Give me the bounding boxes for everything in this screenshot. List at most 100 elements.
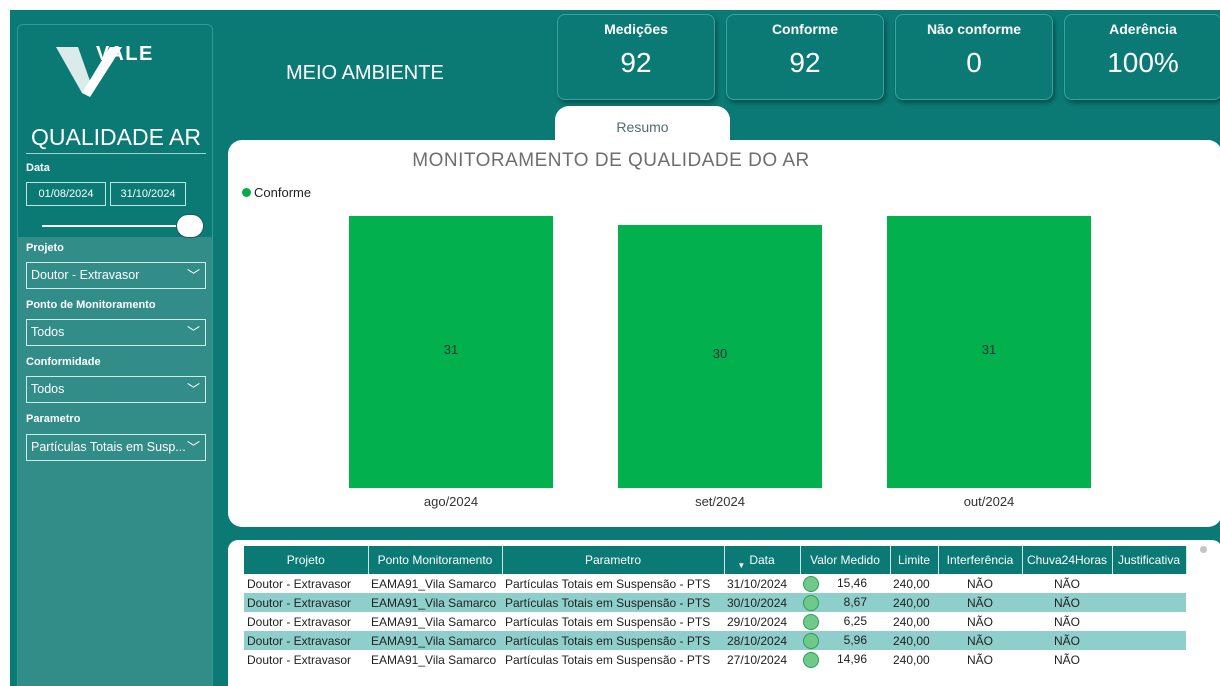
chevron-down-icon: ﹀: [186, 325, 200, 340]
filter-label-ponto: Ponto de Monitoramento: [26, 299, 156, 311]
sort-desc-icon[interactable]: ▼: [737, 561, 745, 570]
column-header[interactable]: Ponto Monitoramento: [368, 546, 503, 574]
table-cell: NÃO: [1053, 652, 1080, 667]
column-header[interactable]: Limite: [890, 546, 939, 574]
table-cell: NÃO: [966, 614, 993, 629]
table-row[interactable]: Doutor - Extravasor EAMA91_Vila Samarco Pa…: [244, 593, 1186, 612]
measured-value: 8,67: [843, 594, 867, 609]
table-cell: NÃO: [1022, 631, 1112, 650]
column-header[interactable]: Parametro: [502, 546, 725, 574]
status-ok-icon: [803, 613, 819, 630]
table-cell: [1112, 593, 1186, 612]
table-cell: EAMA91_Vila Samarco: [371, 614, 497, 629]
table-cell: 240,00: [893, 576, 930, 591]
table-row[interactable]: Doutor - Extravasor EAMA91_Vila Samarco Pa…: [244, 574, 1186, 593]
table-row[interactable]: Doutor - Extravasor EAMA91_Vila Samarco Pa…: [244, 612, 1186, 631]
table-cell: Partículas Totais em Suspensão - PTS: [505, 652, 711, 667]
table-cell: Doutor - Extravasor: [244, 631, 368, 650]
date-end-input[interactable]: 31/10/2024: [110, 182, 186, 206]
kpi-title: Medições: [604, 21, 668, 37]
x-tick-label: out/2024: [963, 494, 1015, 509]
table-cell: 28/10/2024: [724, 631, 800, 650]
date-slider-handle[interactable]: [176, 214, 204, 238]
projeto-dropdown[interactable]: Doutor - Extravasor ﹀: [26, 262, 206, 289]
chevron-down-icon: ﹀: [186, 440, 200, 455]
conformidade-value: Todos: [31, 382, 65, 396]
kpi-card-conforme: Conforme 92: [726, 14, 884, 100]
conformidade-dropdown[interactable]: Todos ﹀: [26, 376, 206, 403]
page-title: MEIO AMBIENTE: [286, 62, 444, 84]
ponto-value: Todos: [31, 325, 65, 339]
filter-label-conformidade: Conformidade: [26, 356, 101, 368]
measured-value: 14,96: [836, 651, 867, 666]
kpi-title: Não conforme: [926, 21, 1022, 37]
table-cell: Partículas Totais em Suspensão - PTS: [502, 593, 724, 612]
logo-text: VALE: [96, 43, 154, 65]
filter-label-projeto: Projeto: [26, 242, 64, 254]
parametro-value: Partículas Totais em Susp...: [31, 440, 186, 454]
column-header[interactable]: Interferência: [938, 546, 1023, 574]
kpi-card-aderencia: Aderência 100%: [1064, 14, 1220, 100]
chart-title: MONITORAMENTO DE QUALIDADE DO AR: [412, 150, 810, 171]
table-cell: 30/10/2024: [724, 593, 800, 612]
column-header[interactable]: Valor Medido: [800, 546, 891, 574]
column-header[interactable]: Chuva24Horas: [1022, 546, 1113, 574]
table-cell: NÃO: [1022, 593, 1112, 612]
table-cell: EAMA91_Vila Samarco: [368, 593, 502, 612]
status-ok-icon: [803, 632, 819, 649]
column-header[interactable]: ▼ Data: [724, 546, 801, 574]
table-cell: Partículas Totais em Suspensão - PTS: [505, 614, 711, 629]
table-cell: 14,96: [800, 650, 890, 669]
kpi-title: Conforme: [771, 21, 839, 37]
chevron-down-icon: ﹀: [186, 382, 200, 397]
column-header[interactable]: Projeto: [244, 546, 369, 574]
table-cell: 27/10/2024: [727, 652, 788, 667]
table-cell: 8,67: [800, 593, 890, 612]
table-cell: [1112, 612, 1186, 631]
kpi-card-nao-conforme: Não conforme 0: [895, 14, 1053, 100]
status-ok-icon: [803, 594, 819, 611]
table-cell: NÃO: [1053, 576, 1080, 591]
legend-dot-icon: [242, 188, 251, 197]
kpi-value: 92: [620, 47, 652, 78]
table-cell: [1112, 574, 1186, 593]
date-start-input[interactable]: 01/08/2024: [26, 182, 106, 206]
bar-value-label: 31: [981, 342, 997, 357]
tab-resumo[interactable]: Resumo: [555, 106, 730, 146]
table-cell: Doutor - Extravasor: [247, 576, 352, 591]
table-cell: 29/10/2024: [727, 614, 788, 629]
parametro-dropdown[interactable]: Partículas Totais em Susp... ﹀: [26, 434, 206, 461]
bar-value-label: 31: [443, 342, 459, 357]
ponto-dropdown[interactable]: Todos ﹀: [26, 319, 206, 346]
projeto-value: Doutor - Extravasor: [31, 268, 140, 282]
table-cell: EAMA91_Vila Samarco: [371, 652, 497, 667]
table-cell: NÃO: [938, 593, 1022, 612]
table-cell: Doutor - Extravasor: [244, 593, 368, 612]
table-cell: 31/10/2024: [727, 576, 788, 591]
bar-value-label: 30: [712, 346, 728, 362]
filter-sidebar: VALE QUALIDADE AR Data 01/08/2024 31/10/…: [17, 24, 213, 686]
filter-label-parametro: Parametro: [26, 413, 81, 425]
chart-legend: Conforme: [242, 185, 311, 200]
table-row[interactable]: Doutor - Extravasor EAMA91_Vila Samarco Pa…: [244, 631, 1186, 650]
table-scrollbar[interactable]: [1200, 546, 1207, 553]
table-cell: NÃO: [1053, 614, 1080, 629]
table-cell: [1112, 631, 1186, 650]
table-cell: NÃO: [966, 576, 993, 591]
table-cell: NÃO: [938, 631, 1022, 650]
column-header-label: Data: [749, 553, 775, 567]
kpi-title: Aderência: [1109, 21, 1177, 37]
table-cell: 240,00: [890, 631, 938, 650]
table-cell: 15,46: [800, 574, 890, 593]
measured-value: 15,46: [836, 575, 867, 590]
kpi-card-medicoes: Medições 92: [557, 14, 715, 100]
measured-value: 5,96: [843, 632, 867, 647]
table-cell: Doutor - Extravasor: [247, 652, 352, 667]
table-cell: EAMA91_Vila Samarco: [371, 576, 497, 591]
table-row[interactable]: Doutor - Extravasor EAMA91_Vila Samarco Pa…: [244, 650, 1186, 669]
legend-label: Conforme: [254, 185, 312, 200]
table-cell: 6,25: [800, 612, 890, 631]
column-header[interactable]: Justificativa: [1112, 546, 1187, 574]
x-tick-label: set/2024: [695, 494, 745, 509]
kpi-value: 92: [789, 47, 821, 78]
